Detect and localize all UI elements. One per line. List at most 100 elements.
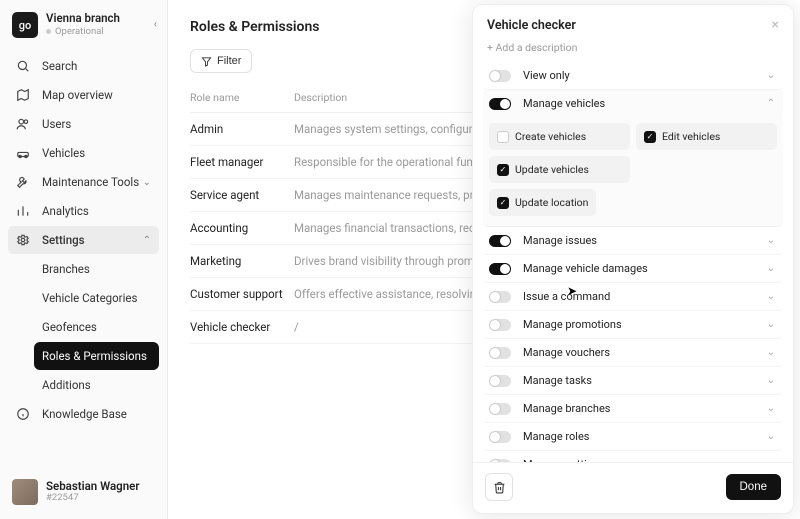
sidebar-item-vehicles[interactable]: Vehicles xyxy=(8,139,159,167)
permission-row-manage-branches[interactable]: Manage branches ⌄ xyxy=(483,395,783,423)
subnav-geofences[interactable]: Geofences xyxy=(34,313,159,341)
sidebar-item-knowledge-base[interactable]: Knowledge Base xyxy=(8,400,159,428)
permission-label: Manage branches xyxy=(523,402,610,415)
chevron-down-icon: ⌄ xyxy=(143,177,151,188)
collapse-sidebar-icon[interactable]: ‹ xyxy=(154,18,157,31)
subperm-update-location[interactable]: Update location xyxy=(489,189,596,216)
permission-row-issue-command[interactable]: Issue a command ⌄ xyxy=(483,283,783,311)
delete-role-button[interactable] xyxy=(485,473,513,501)
role-name: Vehicle checker xyxy=(190,320,294,334)
sidebar-item-label: Search xyxy=(42,59,77,73)
chevron-up-icon: ⌃ xyxy=(143,235,151,246)
chevron-down-icon: ⌄ xyxy=(767,403,775,414)
map-icon xyxy=(16,88,32,102)
checkbox-on[interactable] xyxy=(644,131,656,143)
toggle-off[interactable] xyxy=(489,459,511,463)
checkbox-off[interactable] xyxy=(497,131,509,143)
subperm-update-vehicles[interactable]: Update vehicles xyxy=(489,156,630,183)
drawer-title: Vehicle checker xyxy=(487,18,576,33)
permission-row-manage-vehicles[interactable]: Manage vehicles ⌃ xyxy=(483,90,783,117)
toggle-off[interactable] xyxy=(489,347,511,359)
sidebar-item-label: Vehicles xyxy=(42,146,85,160)
permission-label: Manage tasks xyxy=(523,374,592,387)
permission-label: Manage issues xyxy=(523,234,597,247)
done-button[interactable]: Done xyxy=(726,474,782,500)
toggle-off[interactable] xyxy=(489,431,511,443)
sidebar-item-settings[interactable]: Settings ⌃ xyxy=(8,226,159,254)
branch-header[interactable]: go Vienna branch Operational ‹ xyxy=(0,0,167,48)
permission-label: View only xyxy=(523,69,570,82)
trash-icon xyxy=(493,481,506,494)
toggle-on[interactable] xyxy=(489,263,511,275)
subperm-label: Update location xyxy=(515,196,588,209)
toggle-on[interactable] xyxy=(489,235,511,247)
sidebar-user[interactable]: Sebastian Wagner #22547 xyxy=(0,469,167,519)
subnav-branches[interactable]: Branches xyxy=(34,255,159,283)
chevron-down-icon: ⌄ xyxy=(767,459,775,462)
role-name: Admin xyxy=(190,122,294,136)
permission-row-view-only[interactable]: View only ⌄ xyxy=(483,62,783,90)
filter-button[interactable]: Filter xyxy=(190,49,252,73)
settings-subnav: Branches Vehicle Categories Geofences Ro… xyxy=(8,255,159,399)
checkbox-on[interactable] xyxy=(497,164,509,176)
close-icon[interactable]: × xyxy=(772,17,779,33)
wrench-icon xyxy=(16,175,32,189)
permission-label: Manage vehicle damages xyxy=(523,262,648,275)
chevron-down-icon: ⌄ xyxy=(767,70,775,81)
permission-label: Manage roles xyxy=(523,430,589,443)
chevron-down-icon: ⌄ xyxy=(767,291,775,302)
toggle-off[interactable] xyxy=(489,319,511,331)
toggle-off[interactable] xyxy=(489,70,511,82)
sidebar-item-maintenance[interactable]: Maintenance Tools ⌄ xyxy=(8,168,159,196)
checkbox-on[interactable] xyxy=(497,197,509,209)
chevron-down-icon: ⌄ xyxy=(767,375,775,386)
sidebar-item-label: Settings xyxy=(42,233,85,247)
chevron-down-icon: ⌄ xyxy=(767,431,775,442)
toggle-off[interactable] xyxy=(489,375,511,387)
sidebar-item-analytics[interactable]: Analytics xyxy=(8,197,159,225)
permission-row-manage-promotions[interactable]: Manage promotions ⌄ xyxy=(483,311,783,339)
sidebar-item-label: Analytics xyxy=(42,204,89,218)
permission-row-manage-roles[interactable]: Manage roles ⌄ xyxy=(483,423,783,451)
add-description-link[interactable]: + Add a description xyxy=(473,41,793,62)
permission-row-manage-settings[interactable]: Manage settings ⌄ xyxy=(483,451,783,462)
sidebar-item-label: Knowledge Base xyxy=(42,407,127,421)
chevron-down-icon: ⌄ xyxy=(767,319,775,330)
subnav-additions[interactable]: Additions xyxy=(34,371,159,399)
filter-icon xyxy=(201,56,212,67)
branch-name: Vienna branch xyxy=(46,12,120,26)
role-name: Accounting xyxy=(190,221,294,235)
chevron-down-icon: ⌄ xyxy=(767,235,775,246)
sidebar-item-label: Vehicle Categories xyxy=(42,291,137,305)
filter-label: Filter xyxy=(217,55,241,67)
toggle-off[interactable] xyxy=(489,291,511,303)
sidebar-item-search[interactable]: Search xyxy=(8,52,159,80)
subperm-edit-vehicles[interactable]: Edit vehicles xyxy=(636,123,777,150)
toggle-on[interactable] xyxy=(489,98,511,110)
subperm-label: Update vehicles xyxy=(515,163,589,176)
subperm-label: Edit vehicles xyxy=(662,130,720,143)
role-name: Customer support xyxy=(190,287,294,301)
permission-row-manage-issues[interactable]: Manage issues ⌄ xyxy=(483,227,783,255)
users-icon xyxy=(16,117,32,131)
vehicle-icon xyxy=(16,146,32,160)
permissions-list: View only ⌄ Manage vehicles ⌃ Create veh… xyxy=(473,62,793,462)
permission-row-manage-vouchers[interactable]: Manage vouchers ⌄ xyxy=(483,339,783,367)
sidebar-item-users[interactable]: Users xyxy=(8,110,159,138)
sidebar: go Vienna branch Operational ‹ Search Ma… xyxy=(0,0,168,519)
permission-row-manage-tasks[interactable]: Manage tasks ⌄ xyxy=(483,367,783,395)
sidebar-item-label: Geofences xyxy=(42,320,97,334)
analytics-icon xyxy=(16,204,32,218)
subperm-create-vehicles[interactable]: Create vehicles xyxy=(489,123,630,150)
chevron-up-icon: ⌃ xyxy=(767,98,775,109)
permission-row-manage-vehicle-damages[interactable]: Manage vehicle damages ⌄ xyxy=(483,255,783,283)
permission-label: Issue a command xyxy=(523,290,610,303)
permission-label: Manage settings xyxy=(523,458,605,462)
permission-label: Manage vouchers xyxy=(523,346,610,359)
role-detail-drawer: Vehicle checker × + Add a description Vi… xyxy=(472,4,794,514)
sidebar-item-map-overview[interactable]: Map overview xyxy=(8,81,159,109)
subnav-roles-permissions[interactable]: Roles & Permissions xyxy=(34,342,159,370)
subnav-vehicle-categories[interactable]: Vehicle Categories xyxy=(34,284,159,312)
toggle-off[interactable] xyxy=(489,403,511,415)
chevron-down-icon: ⌄ xyxy=(767,263,775,274)
